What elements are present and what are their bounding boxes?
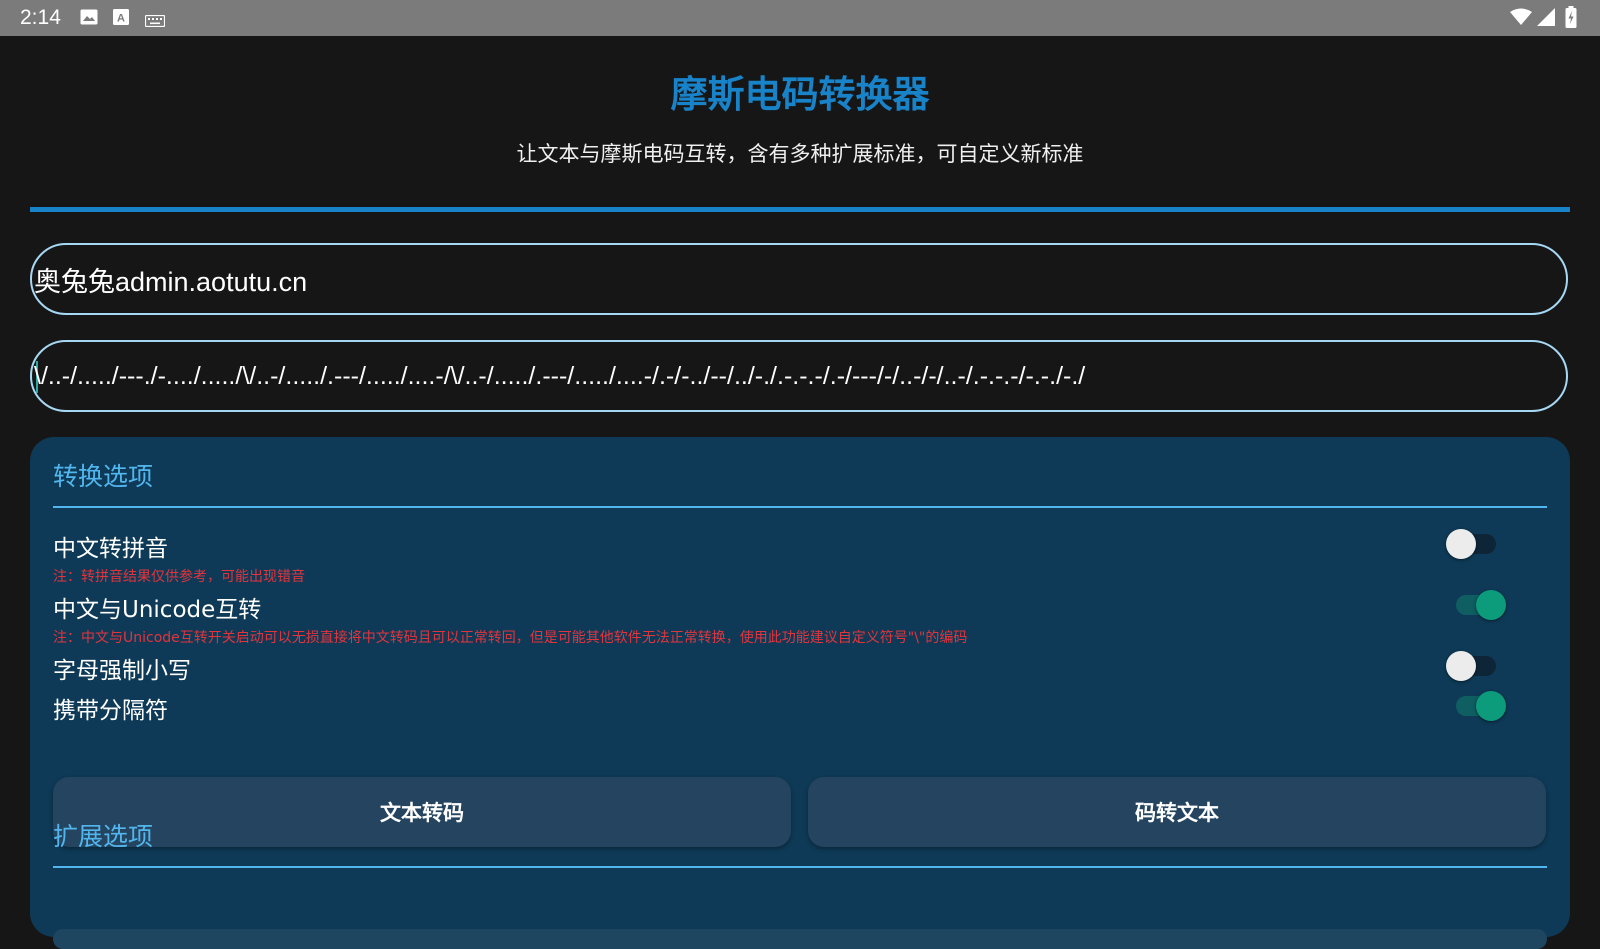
- conversion-options-divider: [53, 506, 1547, 508]
- text-input-field[interactable]: [30, 243, 1568, 315]
- options-panel: 转换选项 中文转拼音 注：转拼音结果仅供参考，可能出现错音 中文与Unicode…: [30, 437, 1570, 949]
- option-pinyin-note: 注：转拼音结果仅供参考，可能出现错音: [53, 569, 305, 585]
- extension-options-item[interactable]: [53, 929, 1547, 949]
- separator-toggle[interactable]: [1446, 688, 1506, 721]
- option-pinyin-label: 中文转拼音: [53, 536, 168, 562]
- image-icon: [80, 9, 98, 29]
- status-bar: 2:14 A: [0, 0, 1600, 36]
- toggle-thumb: [1476, 691, 1506, 721]
- text-input[interactable]: [34, 245, 1534, 313]
- header-divider: [30, 207, 1570, 212]
- toggle-thumb: [1446, 529, 1476, 559]
- option-lowercase-label: 字母强制小写: [53, 658, 191, 684]
- page-subtitle: 让文本与摩斯电码互转，含有多种扩展标准，可自定义新标准: [516, 142, 1084, 166]
- text-a-icon: A: [113, 9, 129, 29]
- code-to-text-button[interactable]: 码转文本: [808, 777, 1546, 847]
- app-content: 摩斯电码转换器 让文本与摩斯电码互转，含有多种扩展标准，可自定义新标准 转换选项…: [0, 36, 1600, 949]
- status-time: 2:14: [20, 6, 61, 29]
- pinyin-toggle[interactable]: [1446, 526, 1506, 559]
- svg-text:A: A: [117, 13, 125, 25]
- option-unicode-label: 中文与Unicode互转: [53, 597, 262, 623]
- page-title: 摩斯电码转换器: [670, 73, 930, 116]
- keyboard-icon: [144, 12, 166, 31]
- morse-input-field[interactable]: [30, 340, 1568, 412]
- option-separator-label: 携带分隔符: [53, 698, 168, 724]
- lowercase-toggle[interactable]: [1446, 648, 1506, 681]
- text-to-code-button[interactable]: 文本转码: [53, 777, 791, 847]
- option-unicode-note: 注：中文与Unicode互转开关启动可以无损直接将中文转码且可以正常转回，但是可…: [53, 630, 968, 646]
- battery-charging-icon: [1565, 6, 1577, 32]
- toggle-thumb: [1476, 590, 1506, 620]
- unicode-toggle[interactable]: [1446, 587, 1506, 620]
- wifi-icon: [1510, 8, 1532, 30]
- signal-icon: [1537, 8, 1555, 30]
- extension-options-divider: [53, 866, 1547, 868]
- conversion-options-title: 转换选项: [53, 462, 154, 491]
- toggle-thumb: [1446, 651, 1476, 681]
- morse-input[interactable]: [34, 342, 1534, 410]
- extension-options-title: 扩展选项: [53, 822, 154, 851]
